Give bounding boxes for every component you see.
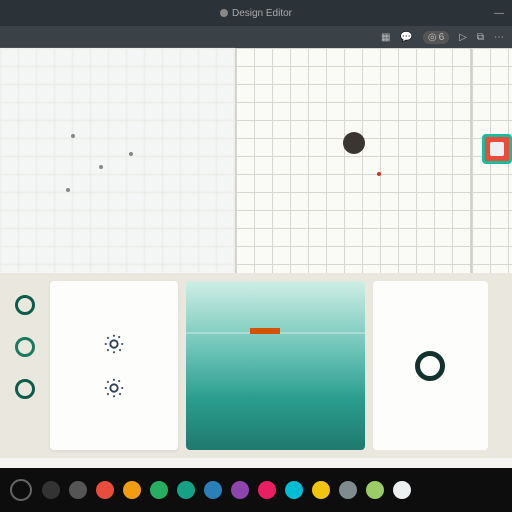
taskbar-app-yellow[interactable] <box>312 481 330 499</box>
app-indicator-icon <box>220 9 228 17</box>
control-ring-2[interactable] <box>15 337 35 357</box>
card-row <box>0 273 512 458</box>
taskbar-app-purple[interactable] <box>231 481 249 499</box>
gear-card[interactable] <box>50 281 178 450</box>
red-dot-icon <box>377 172 381 176</box>
taskbar-app-orange[interactable] <box>123 481 141 499</box>
taskbar-app-gray[interactable] <box>339 481 357 499</box>
big-ring-icon <box>415 351 445 381</box>
taskbar-app-teal[interactable] <box>177 481 195 499</box>
control-rail <box>8 281 42 450</box>
minimize-icon[interactable]: — <box>494 8 504 19</box>
taskbar-app-blue[interactable] <box>204 481 222 499</box>
badge-value: 6 <box>439 32 445 43</box>
taskbar-start[interactable] <box>42 481 60 499</box>
chip-icon[interactable] <box>482 134 512 164</box>
taskbar-app-lime[interactable] <box>366 481 384 499</box>
control-ring-3[interactable] <box>15 379 35 399</box>
taskbar-app-red[interactable] <box>96 481 114 499</box>
more-icon[interactable]: ⋯ <box>494 32 504 43</box>
start-button[interactable] <box>10 479 32 501</box>
taskbar-app-cyan[interactable] <box>285 481 303 499</box>
screen-icon[interactable]: ⧉ <box>477 32 484 43</box>
top-toolbar: ▦ 💬 ◎6 ▷ ⧉ ⋯ <box>0 26 512 48</box>
window-titlebar: Design Editor — <box>0 0 512 26</box>
taskbar-search[interactable] <box>69 481 87 499</box>
center-dot-icon[interactable] <box>343 132 365 154</box>
app-title: Design Editor <box>232 8 292 19</box>
panel-right[interactable] <box>472 48 512 273</box>
comment-icon[interactable]: 💬 <box>400 32 412 43</box>
panel-left[interactable] <box>0 48 236 273</box>
gear-icon-1 <box>103 333 125 355</box>
badge-count[interactable]: ◎6 <box>423 31 449 44</box>
ship-icon <box>250 328 280 334</box>
ring-card[interactable] <box>373 281 488 450</box>
panel-center[interactable] <box>236 48 472 273</box>
grid-row <box>0 48 512 273</box>
taskbar-app-green[interactable] <box>150 481 168 499</box>
workspace <box>0 48 512 468</box>
taskbar <box>0 468 512 512</box>
control-ring-1[interactable] <box>15 295 35 315</box>
grid-view-icon[interactable]: ▦ <box>381 32 390 43</box>
gear-icon-2 <box>103 377 125 399</box>
taskbar-app-pink[interactable] <box>258 481 276 499</box>
play-icon[interactable]: ▷ <box>459 32 467 43</box>
taskbar-app-white[interactable] <box>393 481 411 499</box>
ocean-card[interactable] <box>186 281 365 450</box>
